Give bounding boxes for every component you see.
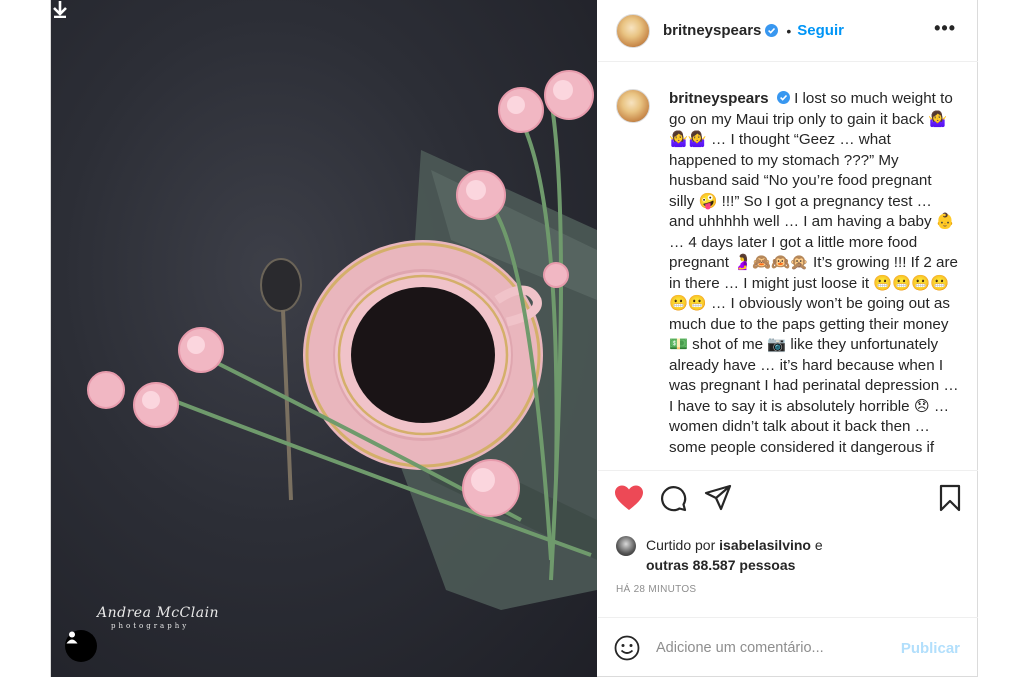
- action-bar: [614, 484, 964, 514]
- post-photo[interactable]: Andrea McClain photography: [51, 0, 597, 677]
- user-tag-icon[interactable]: [65, 630, 97, 662]
- likes-conj: e: [810, 537, 823, 553]
- caption-text-block: britneyspears I lost so much weight to g…: [669, 89, 961, 458]
- watermark-sub: photography: [111, 622, 190, 630]
- follow-button[interactable]: Seguir: [797, 22, 844, 39]
- caption-row: britneyspears I lost so much weight to g…: [598, 63, 978, 458]
- caption-avatar[interactable]: [616, 89, 650, 123]
- download-arrow-icon[interactable]: [51, 0, 69, 18]
- post-modal: Andrea McClain photography britneyspears…: [50, 0, 978, 677]
- caption-body: I lost so much weight to go on my Maui t…: [669, 90, 959, 456]
- comment-bubble-icon[interactable]: [659, 484, 687, 512]
- watermark-name: Andrea McClain: [97, 605, 220, 621]
- comment-box: Publicar: [598, 617, 978, 677]
- comment-input[interactable]: [656, 639, 886, 656]
- heart-filled-icon[interactable]: [614, 484, 644, 512]
- post-side-panel: britneyspears • Seguir ••• britneyspears…: [598, 0, 978, 677]
- likes-others[interactable]: outras 88.587 pessoas: [646, 557, 795, 573]
- post-header: britneyspears • Seguir •••: [598, 0, 978, 62]
- publish-button[interactable]: Publicar: [901, 640, 960, 657]
- paper-plane-icon[interactable]: [704, 484, 732, 512]
- bookmark-icon[interactable]: [938, 484, 962, 512]
- verified-badge-icon: [765, 24, 779, 37]
- likes-summary: Curtido por isabelasilvino e outras 88.5…: [616, 535, 823, 575]
- photo-artwork: [87, 70, 597, 610]
- caption-area[interactable]: britneyspears I lost so much weight to g…: [598, 63, 978, 471]
- liker-avatar[interactable]: [616, 536, 636, 556]
- photo-watermark: Andrea McClain photography: [97, 605, 219, 630]
- likes-prefix: Curtido por: [646, 537, 720, 553]
- more-options-icon[interactable]: •••: [934, 18, 956, 39]
- smiley-icon[interactable]: [614, 635, 640, 661]
- post-timestamp[interactable]: HÁ 28 MINUTOS: [616, 584, 696, 595]
- username[interactable]: britneyspears: [663, 22, 761, 39]
- liker-username[interactable]: isabelasilvino: [719, 537, 811, 553]
- verified-badge-icon: [776, 91, 790, 104]
- separator-dot: •: [786, 22, 792, 39]
- caption-username[interactable]: britneyspears: [669, 90, 769, 107]
- likes-text: Curtido por isabelasilvino e outras 88.5…: [646, 535, 823, 575]
- avatar[interactable]: [616, 13, 650, 48]
